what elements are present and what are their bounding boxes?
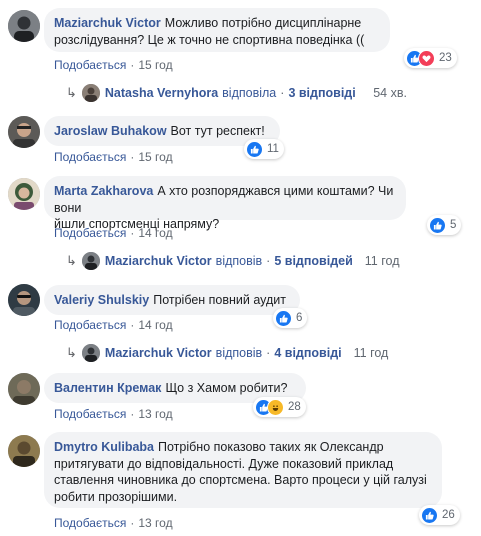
comment-time[interactable]: 13 год: [138, 516, 172, 530]
user-photo-icon: [8, 373, 40, 405]
comment-bubble: Maziarchuk Victor Можливо потрібно дисцип…: [44, 8, 390, 52]
like-button[interactable]: Подобається: [54, 150, 126, 164]
user-photo-icon: [8, 435, 40, 467]
reply-verb: відповіла: [222, 86, 277, 100]
replier-avatar: [81, 252, 100, 270]
comment-text: Можливо потрібно дисциплінарне: [164, 16, 362, 30]
avatar[interactable]: [8, 284, 40, 316]
comment-text: Що з Хамом робити?: [165, 381, 288, 395]
haha-reaction-icon: [267, 398, 284, 416]
comment-text: робити прозорішими.: [54, 489, 178, 504]
like-reaction-icon: [246, 140, 263, 158]
comment-text: Вот тут респект!: [170, 124, 265, 138]
like-reaction-icon: [429, 216, 446, 234]
reaction-count: 11: [267, 143, 279, 155]
comment-author[interactable]: Valeriy Shulskiy: [54, 293, 149, 307]
comment-bubble: Marta Zakharova А хто розпоряджався цими …: [44, 176, 406, 231]
like-button[interactable]: Подобається: [54, 407, 126, 421]
comment-bubble: Valeriy Shulskiy Потрібен повний аудит: [44, 285, 300, 315]
avatar[interactable]: [8, 178, 40, 210]
reactions-badge[interactable]: 26: [419, 505, 460, 525]
avatar[interactable]: [8, 10, 40, 42]
reactions-badge[interactable]: 5: [427, 215, 462, 235]
replier-avatar: [81, 84, 100, 102]
comment-author[interactable]: Maziarchuk Victor: [54, 16, 161, 30]
comment-bubble: Jaroslaw Buhakow Вот тут респект!: [44, 116, 280, 146]
avatar[interactable]: [8, 373, 40, 405]
comment-actions: Подобається · 15 год: [54, 58, 173, 72]
reply-count: 4 відповіді: [274, 346, 342, 360]
comment-text: Потрібно показово таких як Олександр: [158, 440, 384, 454]
comment-text: Потрібен повний аудит: [153, 293, 287, 307]
replier-avatar: [81, 344, 100, 362]
reactions-badge[interactable]: 28: [253, 397, 306, 417]
comment-time[interactable]: 14 год: [138, 226, 172, 240]
user-photo-icon: [8, 10, 40, 42]
comment-actions: Подобається · 14 год: [54, 226, 173, 240]
reaction-count: 28: [288, 401, 301, 413]
comment-actions: Подобається · 14 год: [54, 318, 173, 332]
reply-time: 11 год: [364, 254, 400, 268]
replier-name: Natasha Vernyhora: [104, 86, 219, 100]
like-button[interactable]: Подобається: [54, 226, 126, 240]
love-reaction-icon: [418, 49, 435, 67]
reply-verb: відповів: [215, 346, 263, 360]
like-button[interactable]: Подобається: [54, 318, 126, 332]
reactions-badge[interactable]: 11: [244, 139, 284, 159]
replier-name: Maziarchuk Victor: [104, 254, 212, 268]
reaction-count: 5: [450, 219, 457, 231]
replier-name: Maziarchuk Victor: [104, 346, 212, 360]
comment-author[interactable]: Dmytro Kulibaba: [54, 440, 154, 454]
like-button[interactable]: Подобається: [54, 58, 126, 72]
reply-time: 11 год: [353, 346, 389, 360]
comment-actions: Подобається · 13 год: [54, 407, 173, 421]
reply-count: 3 відповіді: [288, 86, 356, 100]
reply-arrow-icon: ↳: [66, 345, 77, 360]
reaction-count: 6: [296, 312, 303, 324]
view-replies-link[interactable]: ↳ Maziarchuk Victor відповів · 4 відповід…: [66, 344, 388, 362]
comment-time[interactable]: 15 год: [138, 58, 172, 72]
reactions-badge[interactable]: 6: [273, 308, 308, 328]
reply-verb: відповів: [215, 254, 263, 268]
comment-author[interactable]: Marta Zakharova: [54, 184, 153, 198]
user-photo-icon: [8, 178, 40, 210]
user-photo-icon: [8, 116, 40, 148]
comment-actions: Подобається · 15 год: [54, 150, 173, 164]
view-replies-link[interactable]: ↳ Maziarchuk Victor відповів · 5 відповід…: [66, 252, 400, 270]
comment-text: розслідування? Це ж точно не спортивна п…: [54, 32, 365, 47]
like-reaction-icon: [421, 506, 438, 524]
comment-text: ставлення чиновника до спортсмена. Варто…: [54, 473, 427, 487]
user-photo-icon: [8, 284, 40, 316]
reaction-count: 23: [439, 52, 452, 64]
comment-text: притягувати до відповідальності. Дуже по…: [54, 456, 394, 471]
comment-author[interactable]: Jaroslaw Buhakow: [54, 124, 167, 138]
like-reaction-icon: [275, 309, 292, 327]
reply-time: 54 хв.: [373, 86, 407, 100]
avatar[interactable]: [8, 435, 40, 467]
avatar[interactable]: [8, 116, 40, 148]
reaction-count: 26: [442, 509, 455, 521]
view-replies-link[interactable]: ↳ Natasha Vernyhora відповіла · 3 відпові…: [66, 84, 407, 102]
comment-time[interactable]: 14 год: [138, 318, 172, 332]
reply-arrow-icon: ↳: [66, 85, 77, 100]
reply-arrow-icon: ↳: [66, 253, 77, 268]
reply-count: 5 відповідей: [274, 254, 353, 268]
reactions-badge[interactable]: 23: [404, 48, 457, 68]
comment-actions: Подобається · 13 год: [54, 516, 173, 530]
comment-author[interactable]: Валентин Кремак: [54, 381, 161, 395]
comment-time[interactable]: 13 год: [138, 407, 172, 421]
comment-bubble: Dmytro Kulibaba Потрібно показово таких я…: [44, 432, 442, 508]
comment-time[interactable]: 15 год: [138, 150, 172, 164]
like-button[interactable]: Подобається: [54, 516, 126, 530]
